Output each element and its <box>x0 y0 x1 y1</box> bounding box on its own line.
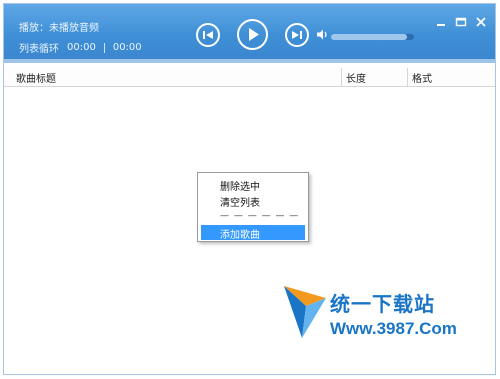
player-topbar: 播放：未播放音频 列表循环 00:00 00:00 <box>4 4 495 61</box>
speaker-icon[interactable] <box>317 29 328 40</box>
column-divider <box>341 68 342 86</box>
player-window: 播放：未播放音频 列表循环 00:00 00:00 歌曲标题 长度 格式 删除选… <box>3 3 496 375</box>
watermark: 统一下载站 Www.3987.Com <box>282 284 470 344</box>
watermark-title: 统一下载站 <box>330 292 435 316</box>
context-menu: 删除选中 清空列表 — — — — — — — — 添加歌曲 <box>197 172 309 242</box>
menu-item-delete-selected[interactable]: 删除选中 <box>220 178 260 193</box>
close-icon <box>476 17 486 27</box>
previous-button[interactable] <box>196 23 220 47</box>
logo-icon <box>284 286 326 338</box>
maximize-icon <box>455 17 467 27</box>
window-controls <box>435 16 487 28</box>
seek-bar[interactable] <box>4 59 495 63</box>
menu-item-clear-list[interactable]: 清空列表 <box>220 194 260 209</box>
volume-level <box>331 34 408 40</box>
menu-item-add-song[interactable]: 添加歌曲 <box>201 225 305 241</box>
play-button[interactable] <box>237 19 268 50</box>
maximize-button[interactable] <box>455 16 467 28</box>
column-title[interactable]: 歌曲标题 <box>16 70 56 85</box>
next-icon <box>292 31 302 39</box>
play-mode-button[interactable]: 列表循环 <box>19 40 59 55</box>
playlist-header: 歌曲标题 长度 格式 <box>4 68 495 87</box>
playback-info: 列表循环 00:00 00:00 <box>19 40 142 55</box>
next-button[interactable] <box>285 23 309 47</box>
volume-slider[interactable] <box>331 34 414 40</box>
close-button[interactable] <box>475 16 487 28</box>
play-icon <box>249 28 259 41</box>
total-time: 00:00 <box>112 42 142 53</box>
column-divider <box>407 68 408 86</box>
column-format[interactable]: 格式 <box>412 70 432 85</box>
menu-item-add-song-label: 添加歌曲 <box>220 230 260 241</box>
watermark-url: Www.3987.Com <box>330 319 457 338</box>
minimize-icon <box>437 24 445 26</box>
minimize-button[interactable] <box>435 16 447 28</box>
elapsed-time: 00:00 <box>67 42 96 53</box>
time-divider <box>103 42 105 53</box>
previous-icon <box>203 31 213 39</box>
now-playing-label: 播放：未播放音频 <box>19 23 99 34</box>
column-length[interactable]: 长度 <box>346 70 366 85</box>
